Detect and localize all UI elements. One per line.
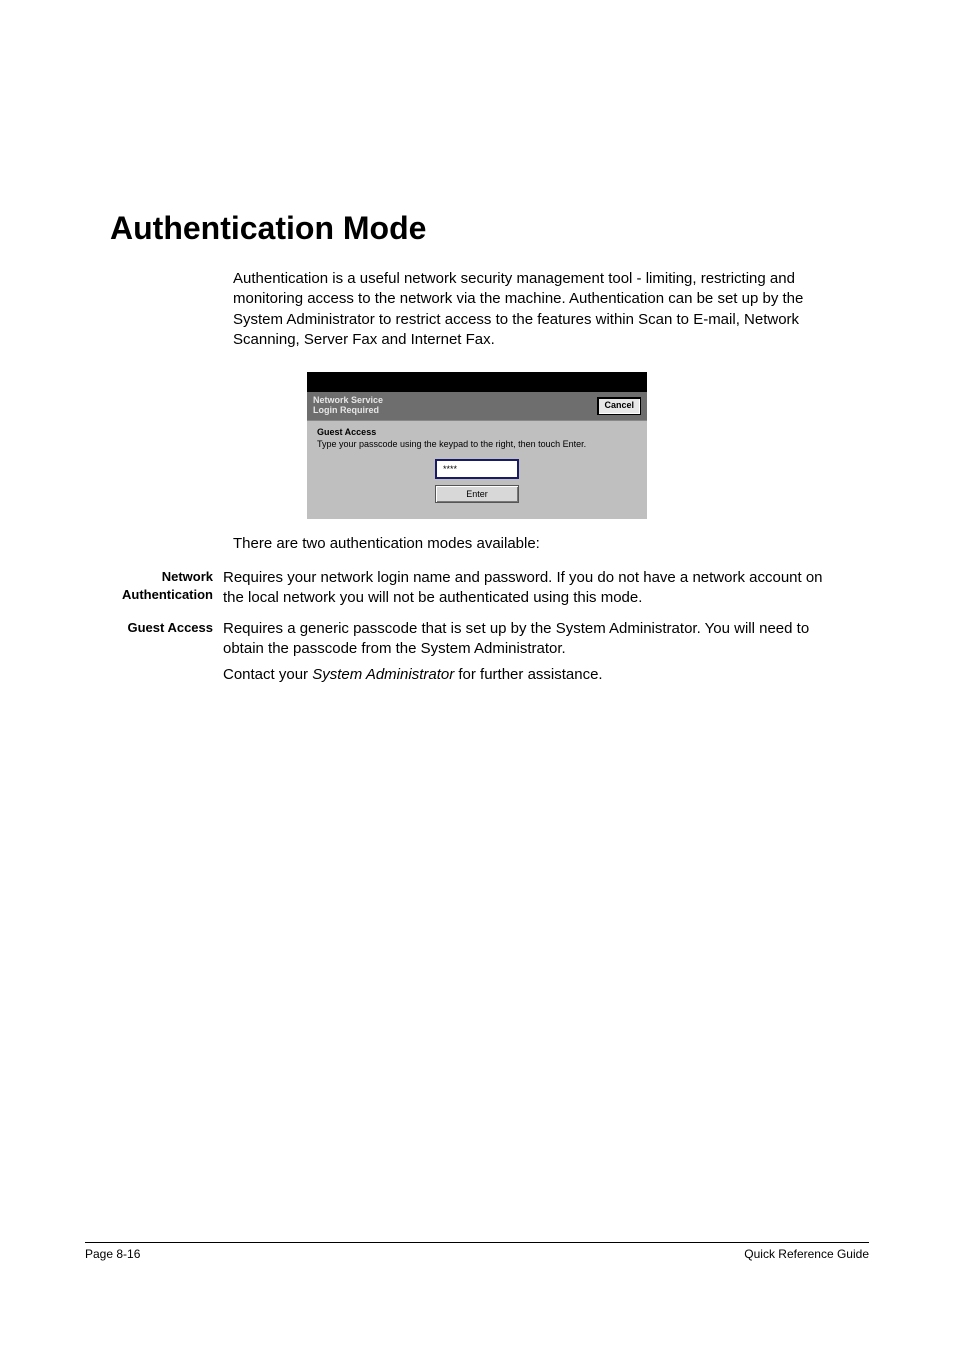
network-auth-label-line2: Authentication <box>122 587 213 602</box>
auth-screenshot: Network Service Login Required Cancel Gu… <box>307 372 647 519</box>
modes-available-text: There are two authentication modes avail… <box>233 534 839 554</box>
footer-guide-title: Quick Reference Guide <box>744 1247 869 1261</box>
guest-access-label: Guest Access <box>317 427 637 437</box>
screenshot-top-bar <box>307 372 647 392</box>
screenshot-body: Guest Access Type your passcode using th… <box>307 420 647 519</box>
screenshot-titlebar: Network Service Login Required Cancel <box>307 392 647 420</box>
enter-button[interactable]: Enter <box>435 485 519 503</box>
screenshot-title-line2: Login Required <box>313 406 383 416</box>
passcode-instruction: Type your passcode using the keypad to t… <box>317 439 637 449</box>
footer-page-number: Page 8-16 <box>85 1247 140 1261</box>
cancel-button[interactable]: Cancel <box>597 397 641 415</box>
contact-pre: Contact your <box>223 666 312 683</box>
guest-access-body-p2: Contact your System Administrator for fu… <box>223 665 839 685</box>
contact-post: for further assistance. <box>454 666 602 683</box>
system-admin-em: System Administrator <box>312 666 454 683</box>
network-auth-label-line1: Network <box>162 569 213 584</box>
network-auth-row: Network Authentication Requires your net… <box>85 568 869 609</box>
intro-paragraph: Authentication is a useful network secur… <box>233 269 839 350</box>
guest-access-body: Requires a generic passcode that is set … <box>223 619 839 692</box>
page-heading: Authentication Mode <box>110 210 869 247</box>
page-footer: Page 8-16 Quick Reference Guide <box>85 1242 869 1261</box>
passcode-input[interactable]: **** <box>435 459 519 479</box>
network-auth-label: Network Authentication <box>85 568 223 603</box>
guest-access-body-p1: Requires a generic passcode that is set … <box>223 619 839 660</box>
guest-access-row: Guest Access Requires a generic passcode… <box>85 619 869 692</box>
guest-access-def-label: Guest Access <box>85 619 223 637</box>
network-auth-body: Requires your network login name and pas… <box>223 568 839 609</box>
